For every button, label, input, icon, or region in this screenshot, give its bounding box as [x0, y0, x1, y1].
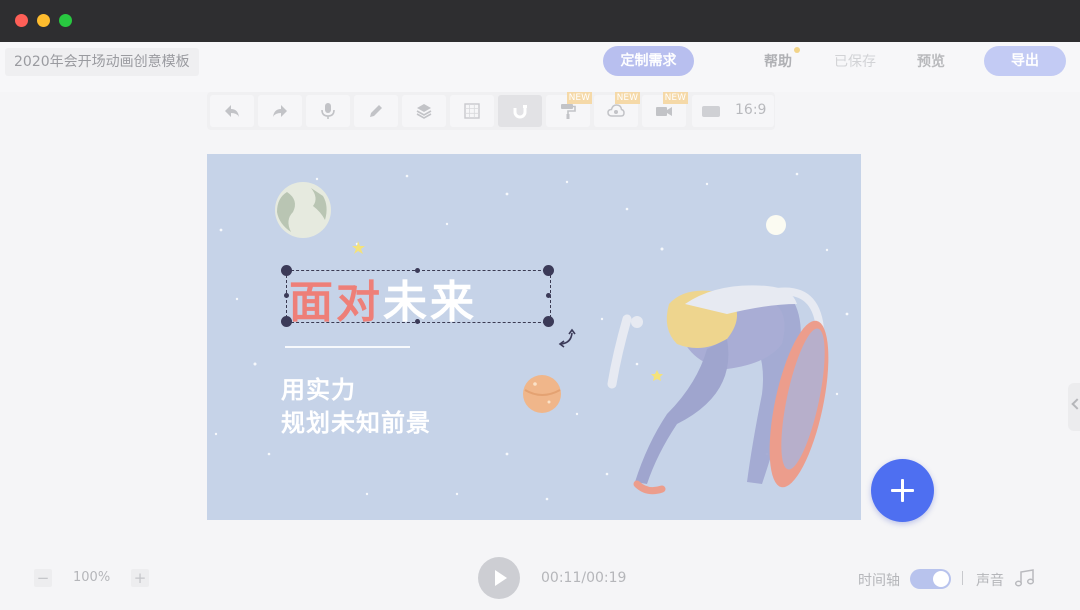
- play-icon: [495, 570, 507, 586]
- zoom-out-button[interactable]: −: [34, 569, 52, 587]
- resize-handle-bottom-right[interactable]: [543, 316, 554, 327]
- scene-illustration: [214, 172, 849, 501]
- resize-handle-bottom[interactable]: [415, 319, 420, 324]
- export-button[interactable]: 导出: [984, 46, 1066, 76]
- resize-handle-top-right[interactable]: [543, 265, 554, 276]
- video-camera-icon: [656, 107, 672, 116]
- saved-status: 已保存: [834, 54, 876, 70]
- zoom-window-button[interactable]: [59, 14, 72, 27]
- camera-button[interactable]: NEW: [642, 92, 688, 127]
- microphone-icon: [321, 103, 335, 119]
- pencil-icon: [370, 105, 382, 117]
- draw-button[interactable]: [354, 95, 398, 127]
- bottom-bar: − 100% + 00:11/00:19 时间轴 声音: [0, 550, 1080, 610]
- sound-label: 声音: [976, 573, 1004, 589]
- custom-request-button[interactable]: 定制需求: [603, 46, 694, 76]
- paint-roller-icon: [561, 104, 576, 119]
- new-badge: NEW: [566, 92, 592, 104]
- toggle-knob: [933, 571, 949, 587]
- document-title[interactable]: 2020年会开场动画创意模板: [5, 48, 199, 76]
- resize-handle-bottom-left[interactable]: [281, 316, 292, 327]
- grid-icon: [464, 103, 480, 119]
- new-badge: NEW: [662, 92, 688, 104]
- collapse-panel-tab[interactable]: [1068, 383, 1080, 431]
- redo-button[interactable]: [258, 95, 302, 127]
- zoom-level: 100%: [73, 570, 111, 585]
- help-link[interactable]: 帮助: [764, 51, 792, 71]
- scene-canvas[interactable]: [207, 154, 861, 520]
- time-readout: 00:11/00:19: [541, 570, 627, 586]
- play-button[interactable]: [478, 557, 520, 599]
- resize-handle-top-left[interactable]: [281, 265, 292, 276]
- top-bar: 2020年会开场动画创意模板 定制需求 帮助 已保存 预览 导出: [0, 42, 1080, 92]
- decorative-line: [285, 346, 410, 348]
- paint-button[interactable]: NEW: [546, 92, 592, 127]
- preview-button[interactable]: 预览: [917, 51, 945, 71]
- subtitle-line-2[interactable]: 规划未知前景: [281, 403, 431, 438]
- zoom-in-button[interactable]: +: [131, 569, 149, 587]
- add-scene-button[interactable]: [871, 459, 934, 522]
- new-badge: NEW: [614, 92, 640, 104]
- cloud-icon: [607, 104, 625, 117]
- resize-handle-top[interactable]: [415, 268, 420, 273]
- aspect-ratio-selector[interactable]: 16:9: [692, 95, 774, 127]
- minimize-window-button[interactable]: [37, 14, 50, 27]
- app-window: 2020年会开场动画创意模板 定制需求 帮助 已保存 预览 导出 NEW NEW…: [0, 0, 1080, 610]
- music-note-icon[interactable]: [1014, 568, 1036, 588]
- selection-box: [286, 270, 551, 323]
- notification-dot: [794, 47, 800, 53]
- title-bar: [0, 0, 1080, 42]
- resize-handle-right[interactable]: [546, 293, 551, 298]
- editor-toolbar: NEW NEW NEW 16:9: [207, 92, 775, 130]
- record-voice-button[interactable]: [306, 95, 350, 127]
- resize-handle-left[interactable]: [284, 293, 289, 298]
- timeline-label: 时间轴: [858, 573, 900, 589]
- aspect-ratio-label: 16:9: [735, 102, 767, 118]
- rotate-icon[interactable]: [557, 327, 579, 349]
- undo-icon: [225, 105, 239, 117]
- cloud-button[interactable]: NEW: [594, 92, 640, 127]
- chevron-left-icon: [1071, 398, 1080, 410]
- screen-icon: [702, 106, 720, 117]
- layers-button[interactable]: [402, 95, 446, 127]
- grid-button[interactable]: [450, 95, 494, 127]
- close-window-button[interactable]: [15, 14, 28, 27]
- redo-icon: [273, 105, 287, 117]
- divider: [962, 571, 963, 585]
- undo-button[interactable]: [210, 95, 254, 127]
- timeline-toggle[interactable]: [910, 569, 951, 589]
- magnet-button[interactable]: [498, 95, 542, 127]
- subtitle-line-1[interactable]: 用实力: [281, 370, 356, 405]
- layers-icon: [416, 104, 432, 119]
- magnet-icon: [513, 105, 527, 119]
